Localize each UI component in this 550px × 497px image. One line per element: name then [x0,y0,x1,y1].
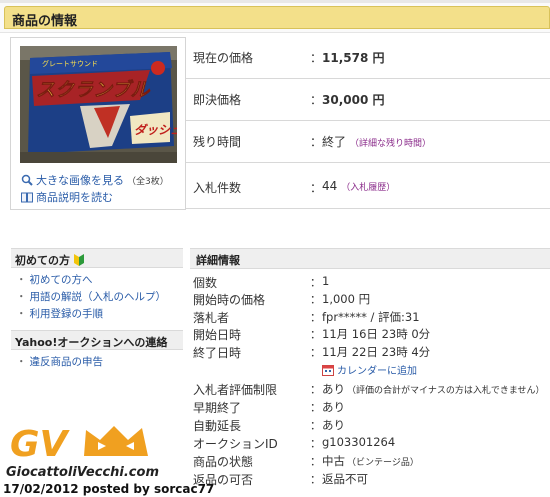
detail-row-bidder-rating-limit: 入札者評価制限 ： あり （評価の合計がマイナスの方は入札できません） [193,380,550,397]
detail-colon: ： [310,437,321,450]
detail-value: あり [322,418,345,432]
item-image-panel: グレートサウンド スクランブル ダッシュ 大きな画像を見る （全3枚） 商品説明… [10,37,186,210]
details-section-header: 詳細情報 [190,248,550,269]
details-section-title: 詳細情報 [196,254,240,267]
sidebar-link-report-violation[interactable]: ・違反商品の申告 [16,354,103,369]
detail-row-end-time: 終了日時 ： 11月 22日 23時 4分 [193,343,550,360]
price-colon: ： [310,181,323,195]
detail-row-start-price: 開始時の価格 ： 1,000 円 [193,290,550,307]
detail-row-returns: 返品の可否 ： 返品不可 [193,470,550,487]
detail-row-early-end: 早期終了 ： あり [193,398,550,415]
winner-value[interactable]: fpr***** / 評価:31 [322,309,420,325]
view-large-image-label[interactable]: 大きな画像を見る [36,172,124,188]
beginner-section-header: 初めての方 [11,248,183,268]
detail-value: 返品不可 [322,472,368,486]
detail-label: 商品の状態 [193,455,254,469]
box-title-small: グレートサウンド [42,59,98,68]
detail-value: 1,000 円 [322,292,371,306]
detail-colon: ： [310,383,321,396]
box-title-main: スクランブル [36,79,150,101]
current-price-value: 11,578 円 [322,51,385,65]
detail-value: 1 [322,274,330,288]
section-title: 商品の情報 [12,14,78,29]
add-to-calendar-label[interactable]: カレンダーに追加 [337,362,417,377]
detail-colon: ： [310,328,321,341]
item-photo: グレートサウンド スクランブル ダッシュ [20,46,177,163]
image-count-note: （全3枚） [127,176,169,187]
detail-value: 中古 （ビンテージ品） [322,454,419,468]
detail-label: 早期終了 [193,401,242,415]
read-description-label[interactable]: 商品説明を読む [36,189,113,205]
top-bar-accent [0,0,550,3]
rating-limit-note: （評価の合計がマイナスの方は入札できません） [347,386,545,396]
detail-value: あり [322,400,345,414]
detail-label: 開始時の価格 [193,293,266,307]
detail-row-winner: 落札者 ： fpr***** / 評価:31 [193,308,550,325]
sidebar-link-glossary[interactable]: ・用語の解説（入札のヘルプ） [16,289,166,304]
sidebar-link-first-time[interactable]: ・初めての方へ [16,272,93,287]
read-description-link[interactable]: 商品説明を読む [21,189,113,205]
price-row-time-left: 残り時間 ： 終了 （詳細な残り時間） [186,121,550,163]
price-row-buyout: 即決価格 ： 30,000 円 [186,79,550,121]
detail-colon: ： [310,311,321,324]
detail-label: 落札者 [193,311,230,325]
detail-value: 11月 16日 23時 0分 [322,327,431,341]
detail-colon: ： [310,346,321,359]
item-thumbnail[interactable]: グレートサウンド スクランブル ダッシュ [20,46,177,163]
price-colon: ： [310,51,323,65]
contact-section-title: Yahoo!オークションへの連絡 [15,336,168,349]
buyout-price-value: 30,000 円 [322,93,385,107]
book-icon [21,192,33,202]
auction-id-value: g103301264 [322,435,396,449]
condition-note: （ビンテージ品） [347,458,419,468]
bid-count-value: 44 （入札履歴） [322,179,396,193]
contact-section-header: Yahoo!オークションへの連絡 [11,330,183,350]
bid-history-link[interactable]: （入札履歴） [341,183,395,193]
detail-row-quantity: 個数 ： 1 [193,273,550,290]
detail-label: 個数 [193,276,218,290]
price-label: 現在の価格 [193,51,254,65]
detail-label: 自動延長 [193,419,242,433]
price-row-bid-count: 入札件数 ： 44 （入札履歴） [186,163,550,209]
price-colon: ： [310,135,323,149]
detail-label: 開始日時 [193,328,242,342]
price-colon: ： [310,93,323,107]
add-to-calendar-link[interactable]: カレンダーに追加 [322,362,417,377]
detail-row-condition: 商品の状態 ： 中古 （ビンテージ品） [193,452,550,469]
detail-label: オークションID [193,437,278,451]
detail-colon: ： [310,419,321,432]
price-label: 残り時間 [193,135,242,149]
time-left-value: 終了 （詳細な残り時間） [322,135,432,149]
crown-icon: GV [10,424,148,465]
magnifier-icon [21,174,33,186]
detail-label: 終了日時 [193,346,242,360]
beginner-mark-icon [73,254,84,266]
watermark-site: GiocattoliVecchi.com [6,465,159,480]
watermark-caption: 17/02/2012 posted by sorcac77 [3,482,215,496]
price-label: 即決価格 [193,93,242,107]
time-left-detail-link[interactable]: （詳細な残り時間） [350,139,431,149]
detail-row-start-time: 開始日時 ： 11月 16日 23時 0分 [193,325,550,342]
watermark-logo: GV [2,416,172,466]
detail-colon: ： [310,293,321,306]
detail-value: 11月 22日 23時 4分 [322,345,431,359]
price-row-current: 現在の価格 ： 11,578 円 [186,37,550,79]
sidebar-link-registration[interactable]: ・利用登録の手順 [16,306,103,321]
detail-colon: ： [310,473,321,486]
box-title-sub: ダッシュ [134,123,177,137]
calendar-icon [322,364,334,376]
detail-value: あり （評価の合計がマイナスの方は入札できません） [322,382,545,396]
detail-row-auction-id: オークションID ： g103301264 [193,434,550,451]
detail-colon: ： [310,401,321,414]
price-label: 入札件数 [193,181,242,195]
section-header: 商品の情報 [4,6,550,29]
view-large-image-link[interactable]: 大きな画像を見る （全3枚） [21,172,169,188]
detail-colon: ： [310,455,321,468]
detail-row-auto-extend: 自動延長 ： あり [193,416,550,433]
detail-label: 入札者評価制限 [193,383,278,397]
beginner-section-title: 初めての方 [15,252,84,268]
watermark-logo-text: GV [10,424,71,465]
detail-colon: ： [310,276,321,289]
